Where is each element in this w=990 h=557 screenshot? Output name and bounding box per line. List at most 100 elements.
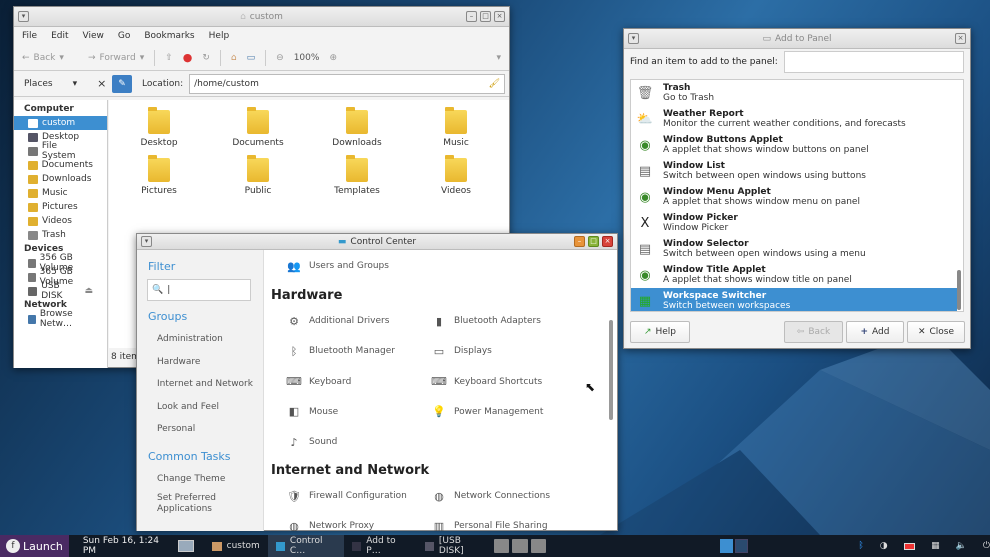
computer-icon[interactable]: ▭ (247, 53, 256, 63)
category-users-and-groups[interactable]: 👥 Users and Groups (285, 258, 389, 274)
network-icon[interactable]: ▦ (931, 541, 940, 551)
control-center-titlebar[interactable]: ▾ ▬ Control Center – □ × (137, 234, 617, 250)
show-desktop-icon[interactable] (178, 540, 194, 552)
close-button[interactable]: × (955, 33, 966, 44)
clock[interactable]: Sun Feb 16, 1:24 PM (83, 536, 171, 556)
volume-icon[interactable]: 🔈 (956, 541, 967, 551)
taskbar-item[interactable]: Control C… (267, 535, 345, 557)
add-button[interactable]: + Add (846, 321, 904, 343)
group-link[interactable]: Hardware (157, 357, 253, 380)
add-to-panel-titlebar[interactable]: ▾ ▭ Add to Panel × (624, 29, 970, 49)
scrollbar[interactable] (609, 320, 613, 420)
sidebar-item[interactable]: Videos (14, 214, 107, 228)
sidebar-item[interactable]: Documents (14, 158, 107, 172)
window-menu-icon[interactable]: ▾ (141, 236, 152, 247)
bluetooth-icon[interactable]: ᛒ (858, 541, 863, 551)
indicator-icon[interactable]: ◑ (880, 541, 888, 551)
clear-icon[interactable]: 🖌 (489, 79, 500, 89)
file-item[interactable]: Documents (223, 107, 293, 148)
back-button[interactable]: ← Back ▾ (22, 53, 64, 63)
close-button[interactable]: × (602, 236, 613, 247)
category-item[interactable]: ⌨ Keyboard (285, 374, 351, 390)
applet-item[interactable]: X Window Picker Window Picker (631, 210, 957, 236)
reload-icon[interactable]: ↻ (202, 53, 210, 63)
group-link[interactable]: Internet and Network (157, 379, 253, 402)
power-icon[interactable]: ⏻ (983, 541, 990, 551)
category-item[interactable]: 🛡 Firewall Configuration (285, 488, 407, 504)
menu-help[interactable]: Help (209, 31, 230, 41)
menu-bookmarks[interactable]: Bookmarks (144, 31, 194, 41)
up-icon[interactable]: ⇧ (165, 53, 173, 63)
applet-item[interactable]: 🗑 Trash Go to Trash (631, 80, 957, 106)
file-item[interactable]: Pictures (124, 155, 194, 196)
drive-icon[interactable] (512, 539, 528, 553)
file-item[interactable]: Public (223, 155, 293, 196)
eject-icon[interactable]: ⏏ (84, 286, 93, 296)
menu-view[interactable]: View (83, 31, 104, 41)
workspace-2-icon[interactable] (735, 539, 749, 553)
file-item[interactable]: Music (421, 107, 491, 148)
sidebar-item[interactable]: Downloads (14, 172, 107, 186)
sidebar-item[interactable]: Pictures (14, 200, 107, 214)
minimize-button[interactable]: – (466, 11, 477, 22)
battery-icon[interactable] (903, 542, 916, 550)
location-input[interactable]: /home/custom 🖌 (189, 73, 506, 94)
stop-icon[interactable]: ● (183, 51, 193, 64)
find-input[interactable] (783, 51, 964, 73)
maximize-button[interactable]: □ (588, 236, 599, 247)
common-task-link[interactable]: Change Theme (157, 474, 257, 485)
file-manager-titlebar[interactable]: ▾ ⌂ custom – □ × (14, 7, 509, 27)
taskbar-item[interactable]: custom (204, 535, 268, 557)
group-link[interactable]: Look and Feel (157, 402, 253, 425)
category-item[interactable]: ◍ Network Proxy (285, 518, 374, 532)
file-item[interactable]: Desktop (124, 107, 194, 148)
places-selector[interactable]: Places ▾ × (14, 77, 108, 90)
group-link[interactable]: Personal (157, 424, 253, 447)
category-item[interactable]: ▥ Personal File Sharing (430, 518, 548, 532)
forward-button[interactable]: → Forward ▾ (88, 53, 144, 63)
minimize-button[interactable]: – (574, 236, 585, 247)
applet-item[interactable]: ▤ Window Selector Switch between open wind… (631, 236, 957, 262)
drive-icon[interactable] (494, 539, 510, 553)
file-item[interactable]: Templates (322, 155, 392, 196)
menu-file[interactable]: File (22, 31, 37, 41)
menu-edit[interactable]: Edit (51, 31, 68, 41)
category-item[interactable]: ⌨ Keyboard Shortcuts (430, 374, 542, 390)
taskbar-item[interactable]: Add to P… (344, 535, 417, 557)
help-button[interactable]: ↗ Help (630, 321, 690, 343)
file-item[interactable]: Downloads (322, 107, 392, 148)
window-menu-icon[interactable]: ▾ (18, 11, 29, 22)
sidebar-item[interactable]: Trash (14, 228, 107, 242)
applet-item[interactable]: ▤ Window List Switch between open windows … (631, 158, 957, 184)
category-item[interactable]: ◧ Mouse (285, 404, 338, 420)
sidebar-item[interactable]: File System (14, 141, 107, 161)
category-item[interactable]: ▮ Bluetooth Adapters (430, 313, 541, 329)
launch-button[interactable]: f Launch (0, 535, 69, 557)
edit-location-icon[interactable]: ✎ (112, 74, 132, 93)
zoom-in-icon[interactable]: ⊕ (329, 53, 337, 63)
close-button[interactable]: × (494, 11, 505, 22)
sidebar-item[interactable]: USB DISK ⏏ (14, 281, 107, 301)
back-button[interactable]: ⇦ Back (784, 321, 843, 343)
toolbar-overflow-icon[interactable]: ▾ (496, 53, 501, 63)
category-item[interactable]: ♪ Sound (285, 434, 337, 450)
category-item[interactable]: 💡 Power Management (430, 404, 543, 420)
sidebar-item[interactable]: Music (14, 186, 107, 200)
category-item[interactable]: ⚙ Additional Drivers (285, 313, 389, 329)
applet-item[interactable]: ▦ Workspace Switcher Switch between worksp… (631, 288, 957, 311)
applet-item[interactable]: ◉ Window Title Applet A applet that shows … (631, 262, 957, 288)
file-item[interactable]: Videos (421, 155, 491, 196)
scrollbar[interactable] (957, 270, 961, 310)
zoom-out-icon[interactable]: ⊖ (276, 53, 284, 63)
category-item[interactable]: ▭ Displays (430, 343, 492, 359)
filter-search-input[interactable]: 🔍 | (147, 279, 251, 301)
home-button-icon[interactable]: ⌂ (231, 53, 237, 63)
drive-icon[interactable] (530, 539, 546, 553)
applet-item[interactable]: ◉ Window Menu Applet A applet that shows w… (631, 184, 957, 210)
window-menu-icon[interactable]: ▾ (628, 33, 639, 44)
sidebar-item[interactable]: custom (14, 116, 107, 130)
category-item[interactable]: ᛒ Bluetooth Manager (285, 343, 395, 359)
sidebar-item[interactable]: Browse Netw… (14, 309, 107, 329)
close-dialog-button[interactable]: ✕ Close (907, 321, 965, 343)
taskbar-item[interactable]: [USB DISK] (417, 535, 492, 557)
